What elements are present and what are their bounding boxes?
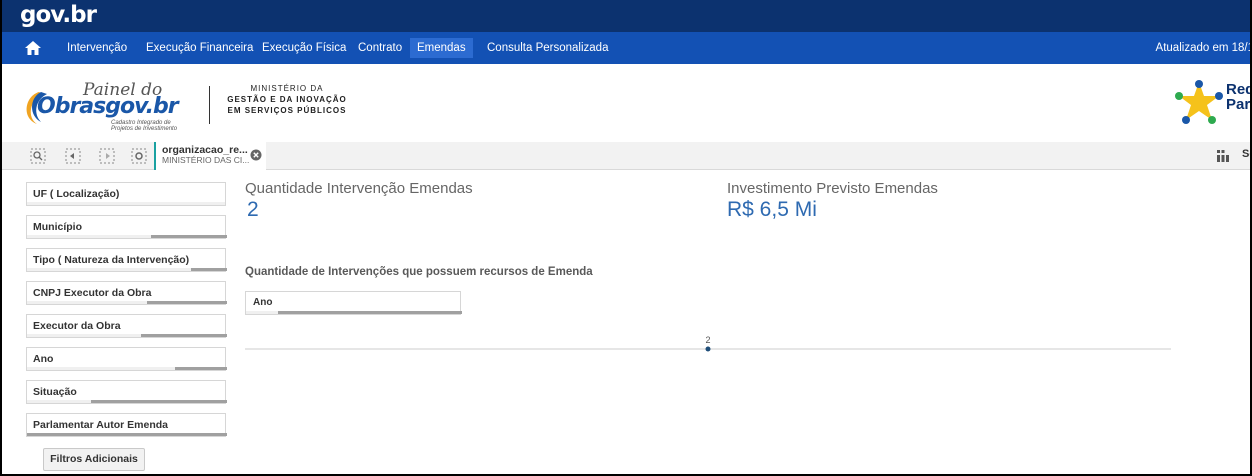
selections-grid-icon[interactable] xyxy=(1216,149,1230,163)
step-forward-icon[interactable] xyxy=(98,147,116,165)
nav-item-emendas[interactable]: Emendas xyxy=(410,38,473,58)
filter-2[interactable]: Tipo ( Natureza da Intervenção) xyxy=(26,248,227,272)
chart-filter-bar-fill xyxy=(278,311,462,314)
close-icon[interactable] xyxy=(250,149,262,161)
chart-point[interactable] xyxy=(705,346,711,352)
chart-filter-bar xyxy=(246,311,462,314)
ministry-logo: MINISTÉRIO DA GESTÃO E DA INOVAÇÃO EM SE… xyxy=(224,84,350,115)
filter-bar xyxy=(27,301,227,304)
rede-line-1: Red xyxy=(1226,81,1252,98)
rede-parcerias-text: Red Parc xyxy=(1226,81,1252,113)
extra-filters-button[interactable]: Filtros Adicionais xyxy=(43,448,145,471)
selection-value: MINISTÉRIO DAS CI... xyxy=(162,155,250,165)
filter-6[interactable]: Situação xyxy=(26,380,227,404)
ministry-line-2: GESTÃO E DA INOVAÇÃO xyxy=(227,95,347,104)
filter-bar xyxy=(27,202,225,205)
filter-bar-fill xyxy=(147,301,227,304)
filter-label: Município xyxy=(33,221,82,233)
filter-7[interactable]: Parlamentar Autor Emenda xyxy=(26,413,227,437)
page-header: Painel do Obrasgov.br Cadastro Integrado… xyxy=(2,64,1252,142)
rede-parcerias-logo-icon xyxy=(1175,80,1223,124)
filter-label: Ano xyxy=(33,353,54,365)
filter-label: Situação xyxy=(33,386,77,398)
filter-3[interactable]: CNPJ Executor da Obra xyxy=(26,281,227,305)
obrasgov-logo: Painel do Obrasgov.br Cadastro Integrado… xyxy=(19,80,191,132)
filter-5[interactable]: Ano xyxy=(26,347,227,371)
filter-bar xyxy=(27,235,227,238)
chart-data-label: 2 xyxy=(705,335,710,345)
home-icon[interactable] xyxy=(24,39,42,57)
ministry-line-1: MINISTÉRIO DA xyxy=(250,84,324,93)
step-back-icon[interactable] xyxy=(64,147,82,165)
ministry-line-3: EM SERVIÇOS PÚBLICOS xyxy=(227,106,347,115)
nav-item-execucao-financeira[interactable]: Execução Financeira xyxy=(139,38,260,58)
brand-bar: gov.br xyxy=(2,0,1250,32)
filter-bar xyxy=(27,367,227,370)
filter-bar xyxy=(27,400,227,403)
smart-search-icon[interactable] xyxy=(29,147,47,165)
selection-tab[interactable]: organizacao_re... MINISTÉRIO DAS CI... xyxy=(154,142,266,170)
filter-label: Executor da Obra xyxy=(33,320,121,332)
selections-label[interactable]: Se xyxy=(1242,148,1250,160)
filter-label: CNPJ Executor da Obra xyxy=(33,287,152,299)
kpi-title-investimento: Investimento Previsto Emendas xyxy=(727,180,938,197)
header-divider xyxy=(209,86,210,124)
chart-filter-ano[interactable]: Ano xyxy=(245,291,462,315)
nav-item-intervencao[interactable]: Intervenção xyxy=(60,38,134,58)
filter-bar xyxy=(27,433,227,436)
filter-bar-fill xyxy=(141,334,227,337)
govbr-logo[interactable]: gov.br xyxy=(20,2,97,28)
selection-toolbar: organizacao_re... MINISTÉRIO DAS CI... S… xyxy=(2,142,1250,170)
filter-bar-fill xyxy=(91,400,227,403)
nav-item-contrato[interactable]: Contrato xyxy=(351,38,409,58)
line-chart: 2 xyxy=(245,335,1171,352)
filter-bar xyxy=(27,334,227,337)
obrasgov-subtitle: Cadastro Integrado de Projetos de Invest… xyxy=(111,120,178,132)
chart-filter-label: Ano xyxy=(253,297,273,308)
filter-label: Tipo ( Natureza da Intervenção) xyxy=(33,254,190,266)
main-nav: Intervenção Execução Financeira Execução… xyxy=(2,32,1252,64)
filter-label: UF ( Localização) xyxy=(33,188,120,200)
filter-0[interactable]: UF ( Localização) xyxy=(26,182,226,206)
clear-selections-icon[interactable] xyxy=(130,147,148,165)
app-window: gov.br Intervenção Execução Financeira E… xyxy=(0,0,1252,476)
filter-4[interactable]: Executor da Obra xyxy=(26,314,227,338)
kpi-title-quantidade: Quantidade Intervenção Emendas xyxy=(245,180,473,197)
obrasgov-text: Obrasgov.br xyxy=(37,94,179,119)
nav-item-execucao-fisica[interactable]: Execução Física xyxy=(255,38,353,58)
filter-1[interactable]: Município xyxy=(26,215,227,239)
filter-bar xyxy=(27,268,227,271)
filter-bar-fill xyxy=(191,268,227,271)
filter-bar-fill xyxy=(151,235,227,238)
kpi-value-quantidade: 2 xyxy=(247,198,259,221)
rede-line-2: Parc xyxy=(1226,96,1251,113)
kpi-value-investimento: R$ 6,5 Mi xyxy=(727,198,817,221)
filter-label: Parlamentar Autor Emenda xyxy=(33,419,168,431)
filter-bar-fill xyxy=(175,367,227,370)
chart-title: Quantidade de Intervenções que possuem r… xyxy=(245,266,593,278)
last-updated-text: Atualizado em 18/1 xyxy=(1155,42,1252,54)
filter-bar-fill xyxy=(27,433,227,436)
nav-item-consulta-personalizada[interactable]: Consulta Personalizada xyxy=(480,38,615,58)
